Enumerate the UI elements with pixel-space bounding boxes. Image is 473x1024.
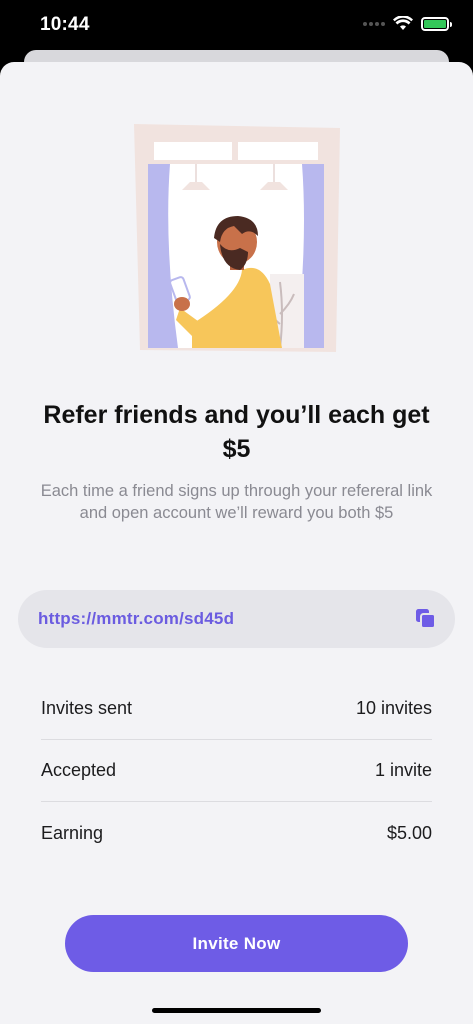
page-subtitle: Each time a friend signs up through your… [40, 482, 433, 522]
wifi-icon [393, 16, 413, 30]
stat-row-invites-sent: Invites sent 10 invites [41, 678, 432, 740]
referral-stats: Invites sent 10 invites Accepted 1 invit… [41, 678, 432, 864]
stat-label: Earning [41, 822, 104, 843]
stat-value: 10 invites [355, 698, 432, 718]
stat-row-earning: Earning $5.00 [41, 802, 432, 864]
cellular-signal-icon [363, 21, 385, 26]
copy-icon[interactable] [415, 608, 437, 630]
status-icons [363, 16, 452, 31]
stat-label: Accepted [41, 760, 117, 780]
referral-sheet: Refer friends and you’ll each get $5 Eac… [0, 62, 473, 1024]
stat-value: 1 invite [374, 760, 432, 780]
stat-label: Invites sent [41, 698, 133, 718]
status-time: 10:44 [40, 14, 90, 35]
battery-icon [421, 16, 452, 31]
home-indicator [152, 1008, 321, 1013]
status-bar: 10:44 [0, 0, 473, 50]
invite-now-button[interactable]: Invite Now [65, 915, 408, 972]
stat-row-accepted: Accepted 1 invite [41, 740, 432, 802]
page-title: Refer friends and you’ll each get $5 [43, 401, 430, 463]
stat-value: $5.00 [386, 822, 432, 843]
referral-link[interactable]: https://mmtr.com/sd45d [38, 609, 234, 629]
referral-illustration [134, 124, 340, 352]
referral-link-field[interactable]: https://mmtr.com/sd45d [18, 590, 455, 648]
